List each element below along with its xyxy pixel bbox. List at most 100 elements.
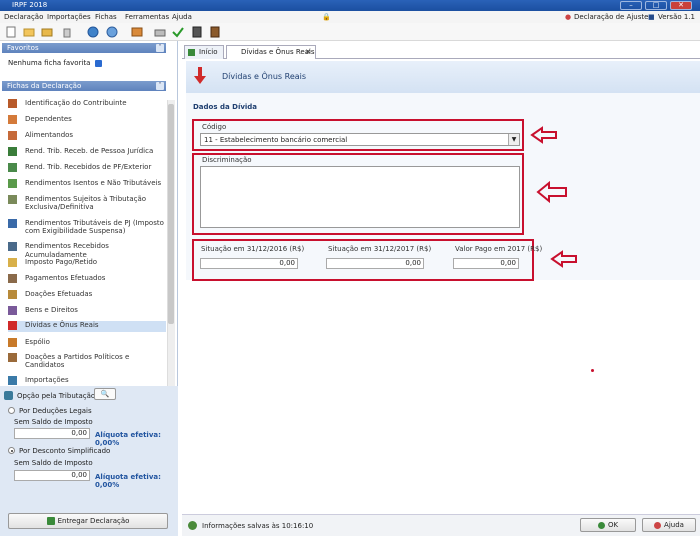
sidebar-item-label: Rendimentos Tributáveis de PJ (Imposto c…: [25, 219, 164, 235]
sidebar-item-label: Importações: [25, 376, 69, 384]
close-tab-icon[interactable]: ✕: [305, 46, 311, 59]
version-icon: ■: [648, 13, 655, 21]
favorites-empty-label: Nenhuma ficha favorita: [8, 59, 91, 67]
form-title: Dívidas e Ônus Reais: [222, 72, 307, 81]
legal-balance-label: Sem Saldo de Imposto: [14, 418, 93, 426]
trash-icon[interactable]: [61, 26, 73, 38]
close-window-button[interactable]: ✕: [670, 1, 692, 10]
sit2016-field[interactable]: 0,00: [200, 258, 298, 269]
sidebar-item-label: Identificação do Contribuinte: [25, 99, 127, 107]
tab-inicio[interactable]: Início: [184, 45, 224, 59]
suspended-tax-icon: [8, 219, 17, 228]
deliver-button-label: Entregar Declaração: [57, 517, 130, 525]
sidebar-item-suspensa[interactable]: Rendimentos Tributáveis de PJ (Imposto c…: [8, 219, 166, 237]
sidebar-item-label: Rend. Trib. Receb. de Pessoa Jurídica: [25, 147, 154, 155]
fichas-header[interactable]: Fichas da Declaração ˄: [2, 81, 166, 91]
menu-ajuda[interactable]: Ajuda: [172, 11, 192, 23]
sidebar-item-label: Espólio: [25, 338, 50, 346]
calculator-icon[interactable]: [191, 26, 203, 38]
contributor-icon: [8, 99, 17, 108]
books-icon[interactable]: [131, 26, 143, 38]
sidebar-item-identificacao[interactable]: Identificação do Contribuinte: [8, 99, 166, 109]
sidebar-item-isentos[interactable]: Rendimentos Isentos e Não Tributáveis: [8, 179, 166, 189]
saved-status-icon: [188, 521, 197, 530]
tab-dividas-label: Dívidas e Ônus Reais: [241, 48, 315, 56]
chevron-down-icon[interactable]: ▼: [508, 134, 519, 145]
help-button-label: Ajuda: [664, 521, 684, 529]
favorites-header-label: Favoritos: [7, 44, 39, 52]
minimize-button[interactable]: –: [620, 1, 642, 10]
print-icon[interactable]: [154, 26, 166, 38]
sync-icon[interactable]: [106, 26, 118, 38]
sidebar-item-imposto-pago[interactable]: Imposto Pago/Retido: [8, 258, 166, 268]
help-button[interactable]: Ajuda: [642, 518, 696, 532]
radio-legal-deductions[interactable]: [8, 407, 15, 414]
menu-importacoes[interactable]: Importações: [47, 11, 91, 23]
sidebar-item-label: Rendimentos Sujeitos à Tributação Exclus…: [25, 195, 147, 211]
debts-arrow-icon: [8, 321, 17, 330]
tab-dividas[interactable]: Dívidas e Ônus Reais ✕: [226, 45, 316, 59]
open-folder-icon[interactable]: [23, 26, 35, 38]
sidebar-scroll-thumb[interactable]: [168, 104, 174, 324]
codigo-select[interactable]: 11 - Estabelecimento bancário comercial …: [200, 133, 520, 146]
sidebar-item-rend-pf[interactable]: Rend. Trib. Recebidos de PF/Exterior: [8, 163, 166, 173]
globe-icon[interactable]: [87, 26, 99, 38]
sidebar-item-rend-pj[interactable]: Rend. Trib. Receb. de Pessoa Jurídica: [8, 147, 166, 157]
political-donations-icon: [8, 353, 17, 362]
new-file-icon[interactable]: [5, 26, 17, 38]
sidebar-item-dividas[interactable]: Dívidas e Ônus Reais: [8, 321, 166, 332]
income-pj-icon: [8, 147, 17, 156]
sidebar-item-alimentandos[interactable]: Alimentandos: [8, 131, 166, 141]
sidebar-item-label: Dívidas e Ônus Reais: [25, 321, 99, 329]
annotation-arrow-icon: [530, 126, 557, 144]
sidebar-item-pagamentos[interactable]: Pagamentos Efetuados: [8, 274, 166, 284]
legal-value-field[interactable]: 0,00: [14, 428, 90, 439]
estate-icon: [8, 338, 17, 347]
debt-arrow-icon: [194, 67, 206, 84]
menu-fichas[interactable]: Fichas: [95, 11, 117, 23]
maximize-button[interactable]: □: [645, 1, 667, 10]
save-folder-icon[interactable]: [41, 26, 53, 38]
menu-ferramentas[interactable]: Ferramentas: [125, 11, 169, 23]
ok-button[interactable]: OK: [580, 518, 636, 532]
status-bar: Informações salvas às 10:16:10 OK Ajuda: [182, 514, 700, 536]
simplified-value-field[interactable]: 0,00: [14, 470, 90, 481]
sidebar-item-label: Pagamentos Efetuados: [25, 274, 106, 282]
simplified-rate-label: Alíquota efetiva: 0,00%: [95, 473, 161, 489]
favorites-header[interactable]: Favoritos ˄: [2, 43, 166, 53]
declaration-help-link[interactable]: Declaração de Ajuste: [574, 11, 648, 23]
menu-declaracao[interactable]: Declaração: [4, 11, 43, 23]
discriminacao-textarea[interactable]: [200, 166, 520, 228]
info-icon[interactable]: [94, 59, 102, 67]
sidebar-item-espolio[interactable]: Espólio: [8, 338, 166, 348]
checkmark-icon[interactable]: [172, 26, 184, 38]
codigo-value: 11 - Estabelecimento bancário comercial: [204, 136, 348, 144]
search-option-button[interactable]: 🔍: [94, 388, 116, 400]
help-icon[interactable]: ●: [565, 11, 571, 23]
sidebar-item-doacoes[interactable]: Doações Efetuadas: [8, 290, 166, 300]
sidebar-item-importacoes[interactable]: Importações: [8, 376, 166, 386]
sidebar-item-exclusiva[interactable]: Rendimentos Sujeitos à Tributação Exclus…: [8, 195, 166, 213]
sidebar-item-label: Rendimentos Isentos e Não Tributáveis: [25, 179, 162, 187]
legal-rate-label: Alíquota efetiva: 0,00%: [95, 431, 161, 447]
donations-icon: [8, 290, 17, 299]
collapse-fichas-icon[interactable]: ˄: [156, 82, 164, 90]
book-icon[interactable]: [209, 26, 221, 38]
tax-option-icon: [4, 391, 13, 400]
discriminacao-label: Discriminação: [202, 156, 252, 164]
imports-icon: [8, 376, 17, 385]
home-icon: [188, 49, 195, 56]
form-header: Dívidas e Ônus Reais: [186, 61, 700, 93]
collapse-favorites-icon[interactable]: ˄: [156, 44, 164, 52]
sidebar-item-partidos[interactable]: Doações a Partidos Políticos e Candidato…: [8, 353, 166, 371]
sidebar-item-bens[interactable]: Bens e Direitos: [8, 306, 166, 316]
version-label: Versão 1.1: [658, 13, 696, 21]
pago-field[interactable]: 0,00: [453, 258, 519, 269]
deliver-declaration-button[interactable]: Entregar Declaração: [8, 513, 168, 529]
sidebar-item-dependentes[interactable]: Dependentes: [8, 115, 166, 125]
sidebar-item-label: Doações a Partidos Políticos e Candidato…: [25, 353, 130, 369]
sidebar-item-acumulado[interactable]: Rendimentos Recebidos Acumuladamente: [8, 242, 166, 259]
sit2017-field[interactable]: 0,00: [326, 258, 424, 269]
radio-simplified-discount[interactable]: [8, 447, 15, 454]
sit2016-label: Situação em 31/12/2016 (R$): [201, 245, 305, 253]
